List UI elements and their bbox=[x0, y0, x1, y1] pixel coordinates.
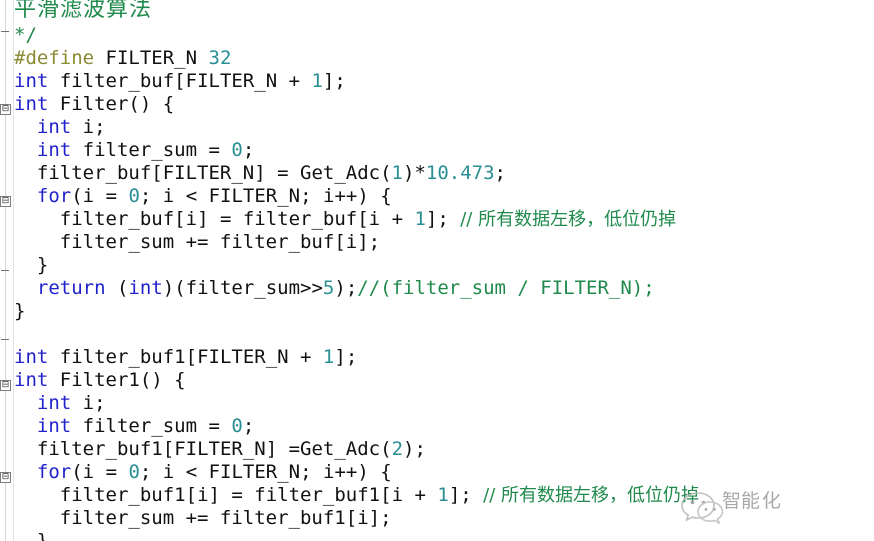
token-sum: filter_sum bbox=[82, 415, 198, 437]
token-for: for bbox=[36, 185, 72, 207]
token-zero: 0 bbox=[128, 185, 140, 207]
token-comment-return: //(filter_sum / FILTER_N); bbox=[357, 277, 655, 299]
token-i: i bbox=[82, 116, 95, 138]
token-i: i bbox=[162, 461, 175, 483]
token-comment-shift: // 所有数据左移，低位仍掉 bbox=[483, 485, 699, 506]
code-line-close-func-1: } bbox=[14, 300, 25, 323]
code-line-define: #define FILTER_N 32 bbox=[14, 47, 231, 70]
token-int: int bbox=[14, 369, 49, 391]
token-int: int bbox=[14, 346, 49, 368]
code-line-func-open: int Filter() { bbox=[14, 93, 175, 115]
token-buf: filter_buf bbox=[242, 208, 358, 230]
token-zero: 0 bbox=[128, 461, 140, 483]
code-line-sum-2: filter_sum += filter_buf1[i]; bbox=[59, 507, 392, 529]
token-i: i bbox=[357, 507, 369, 529]
token-filter-n: FILTER_N bbox=[208, 461, 301, 483]
token-get-adc: Get_Adc bbox=[300, 438, 381, 460]
token-buf1: filter_buf1 bbox=[59, 484, 186, 506]
token-define: #define bbox=[14, 47, 95, 69]
token-for: for bbox=[36, 461, 72, 483]
token-buf1: filter_buf1 bbox=[254, 484, 381, 506]
token-buf1: filter_buf1 bbox=[59, 346, 186, 368]
token-int: int bbox=[36, 415, 72, 437]
code-line-comment-close: */ bbox=[14, 24, 37, 47]
code-line-decl-sum: int filter_sum = 0; bbox=[36, 139, 255, 161]
token-sum: filter_sum bbox=[82, 139, 198, 161]
token-i: i bbox=[162, 185, 175, 207]
code-line-decl-buf1: int filter_buf1[FILTER_N + 1]; bbox=[14, 346, 358, 368]
token-buf: filter_buf bbox=[59, 70, 175, 92]
token-two: 2 bbox=[391, 438, 404, 460]
token-one: 1 bbox=[391, 162, 403, 184]
token-i: i bbox=[345, 231, 358, 253]
token-brace: } bbox=[14, 300, 26, 322]
token-brace: } bbox=[14, 254, 49, 276]
token-i: i bbox=[185, 208, 198, 230]
code-line-shift-2: filter_buf1[i] = filter_buf1[i + 1]; // … bbox=[59, 484, 699, 506]
token-int: int bbox=[36, 116, 72, 138]
code-line-assign-adc1: filter_buf[FILTER_N] = Get_Adc(1)*10.473… bbox=[36, 162, 506, 184]
code-line-decl-i-2: int i; bbox=[36, 392, 106, 414]
token-i: i bbox=[82, 461, 95, 483]
token-filter-n: FILTER_N bbox=[162, 162, 255, 184]
token-func-name: Filter bbox=[59, 93, 129, 115]
token-comment-shift: // 所有数据左移，低位仍掉 bbox=[460, 209, 677, 230]
code-line-close-for-2: } bbox=[14, 530, 48, 541]
token-brace: } bbox=[14, 530, 49, 541]
token-filter-n: FILTER_N bbox=[197, 346, 289, 368]
token-i: i bbox=[197, 484, 209, 506]
token-one: 1 bbox=[311, 70, 323, 92]
token-return: return bbox=[36, 277, 106, 299]
token-one: 1 bbox=[437, 484, 449, 506]
token-zero: 0 bbox=[231, 415, 243, 437]
token-i: i bbox=[391, 484, 404, 506]
token-filter-n-value: 32 bbox=[208, 47, 232, 69]
token-int: int bbox=[14, 93, 49, 115]
code-line-decl-sum-2: int filter_sum = 0; bbox=[36, 415, 255, 437]
token-i: i bbox=[82, 185, 95, 207]
token-buf1: filter_buf1 bbox=[219, 507, 346, 529]
token-comment-close: */ bbox=[14, 24, 37, 46]
token-one: 1 bbox=[322, 346, 335, 368]
token-buf: filter_buf bbox=[59, 208, 175, 230]
token-sum: filter_sum bbox=[185, 277, 301, 299]
token-int: int bbox=[14, 70, 49, 92]
token-int: int bbox=[36, 139, 72, 161]
token-buf: filter_buf bbox=[219, 231, 335, 253]
code-screenshot: ⊟ ⊟ ⊟ ⊟ 平滑滤波算法 */ #define FILTER_N 32 int f… bbox=[0, 0, 874, 541]
token-get-adc: Get_Adc bbox=[300, 162, 381, 184]
token-i: i bbox=[322, 461, 335, 483]
code-line-decl-i: int i; bbox=[36, 116, 106, 138]
code-line-func1-open: int Filter1() { bbox=[14, 369, 186, 391]
token-one: 1 bbox=[414, 208, 426, 230]
code-line-sum-1: filter_sum += filter_buf[i]; bbox=[59, 231, 381, 253]
code-line-close-for-1: } bbox=[14, 254, 48, 277]
token-sum: filter_sum bbox=[59, 507, 175, 529]
token-scale: 10.473 bbox=[425, 162, 495, 184]
code-line-return-1: return (int)(filter_sum>>5);//(filter_su… bbox=[36, 277, 655, 299]
token-sum: filter_sum bbox=[59, 231, 175, 253]
token-five: 5 bbox=[322, 277, 335, 299]
token-filter-n: FILTER_N bbox=[185, 70, 278, 92]
token-filter-n: FILTER_N bbox=[174, 438, 266, 460]
code-line-assign-adc2: filter_buf1[FILTER_N] =Get_Adc(2); bbox=[36, 438, 426, 460]
code-line-decl-buf: int filter_buf[FILTER_N + 1]; bbox=[14, 70, 346, 92]
token-i: i bbox=[82, 392, 95, 414]
token-i: i bbox=[322, 185, 335, 207]
token-int: int bbox=[128, 277, 163, 299]
code-line-for-open-2: for(i = 0; i < FILTER_N; i++) { bbox=[36, 461, 392, 483]
token-buf: filter_buf bbox=[36, 162, 152, 184]
code-line-for-open-1: for(i = 0; i < FILTER_N; i++) { bbox=[36, 185, 392, 207]
token-filter-n: FILTER_N bbox=[105, 47, 198, 69]
code-line-shift-1: filter_buf[i] = filter_buf[i + 1]; // 所有… bbox=[59, 208, 677, 230]
token-i: i bbox=[368, 208, 381, 230]
code-line-title-comment: 平滑滤波算法 bbox=[14, 0, 153, 22]
token-buf1: filter_buf1 bbox=[36, 438, 163, 460]
token-zero: 0 bbox=[231, 139, 243, 161]
token-func1-name: Filter1 bbox=[59, 369, 140, 391]
code-area[interactable]: 平滑滤波算法 */ #define FILTER_N 32 int filter… bbox=[0, 0, 874, 541]
token-filter-n: FILTER_N bbox=[208, 185, 301, 207]
token-int: int bbox=[36, 392, 72, 414]
